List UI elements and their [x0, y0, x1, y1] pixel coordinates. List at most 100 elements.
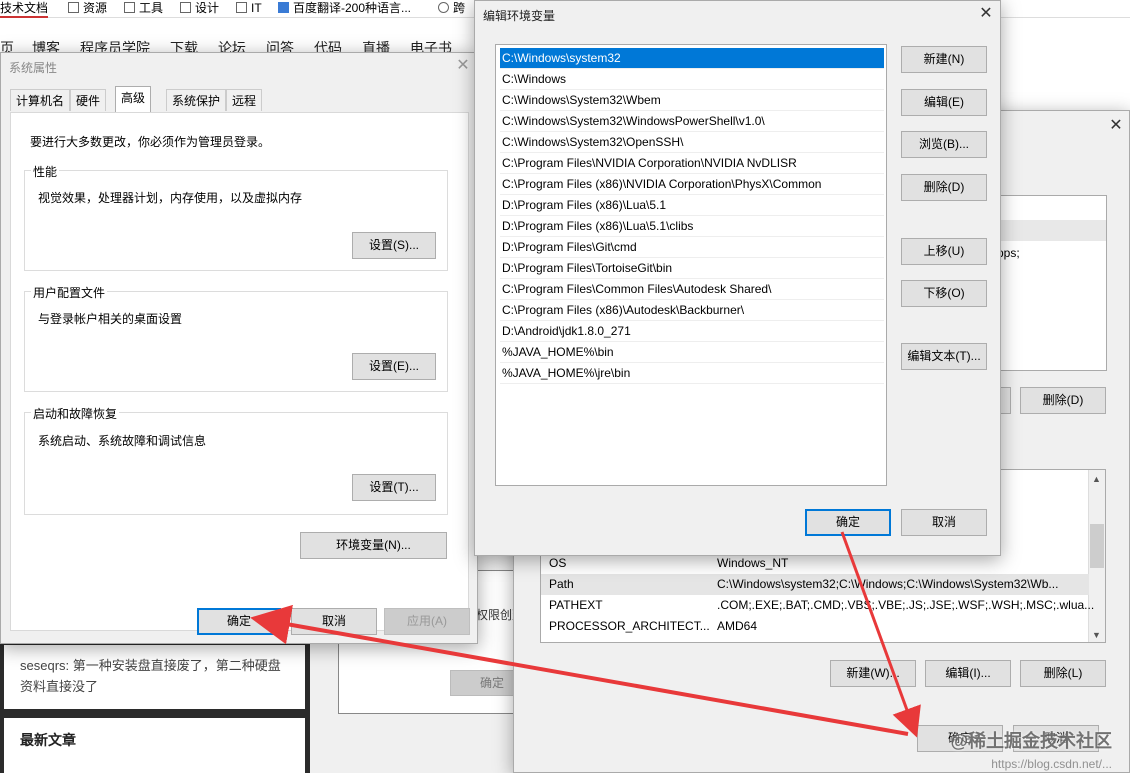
bookmark-label: 设计: [195, 1, 220, 15]
group-title: 启动和故障恢复: [31, 405, 120, 422]
dialog-title: 编辑环境变量: [483, 9, 556, 23]
group-title: 用户配置文件: [31, 284, 108, 301]
group-description: 与登录帐户相关的桌面设置: [38, 312, 183, 326]
path-list-item[interactable]: C:\Program Files\NVIDIA Corporation\NVID…: [500, 153, 884, 174]
performance-settings-button[interactable]: 设置(S)...: [352, 232, 436, 259]
cancel-button[interactable]: 取消: [291, 608, 377, 635]
variable-value: .COM;.EXE;.BAT;.CMD;.VBS;.VBE;.JS;.JSE;.…: [717, 598, 1095, 612]
scroll-up-icon[interactable]: ▲: [1092, 474, 1101, 484]
watermark: @稀土掘金技术社区: [950, 731, 1112, 751]
startup-settings-button[interactable]: 设置(T)...: [352, 474, 436, 501]
path-list-item[interactable]: D:\Android\jdk1.8.0_271: [500, 321, 884, 342]
system-edit-button[interactable]: 编辑(I)...: [925, 660, 1011, 687]
table-row[interactable]: PROCESSOR_ARCHITECT... AMD64: [541, 616, 1089, 637]
bookmark-label: 资源: [83, 1, 108, 15]
group-description: 视觉效果，处理器计划，内存使用，以及虚拟内存: [38, 191, 303, 205]
path-list-item[interactable]: C:\Program Files (x86)\Autodesk\Backburn…: [500, 300, 884, 321]
path-list-item[interactable]: C:\Windows\System32\WindowsPowerShell\v1…: [500, 111, 884, 132]
move-down-button[interactable]: 下移(O): [901, 280, 987, 307]
path-list-item[interactable]: D:\Program Files (x86)\Lua\5.1\clibs: [500, 216, 884, 237]
path-list-item[interactable]: C:\Windows\System32\OpenSSH\: [500, 132, 884, 153]
variable-name: PROCESSOR_ARCHITECT...: [549, 619, 710, 633]
environment-variables-button[interactable]: 环境变量(N)...: [300, 532, 447, 559]
user-delete-button[interactable]: 删除(D): [1020, 387, 1106, 414]
variable-name: PATHEXT: [549, 598, 603, 612]
path-list-item[interactable]: D:\Program Files (x86)\Lua\5.1: [500, 195, 884, 216]
path-list-item[interactable]: D:\Program Files\Git\cmd: [500, 237, 884, 258]
admin-notice: 要进行大多数更改，你必须作为管理员登录。: [30, 135, 271, 149]
move-up-button[interactable]: 上移(U): [901, 238, 987, 265]
group-title: 性能: [31, 163, 60, 180]
tab-advanced[interactable]: 高级: [115, 86, 152, 112]
bookmark-more[interactable]: 跨: [438, 0, 465, 18]
variable-name: Path: [549, 577, 574, 591]
ok-button[interactable]: 确定: [197, 608, 281, 635]
edit-ok-button[interactable]: 确定: [805, 509, 891, 536]
path-list-item[interactable]: C:\Windows: [500, 69, 884, 90]
user-profiles-group: 用户配置文件 与登录帐户相关的桌面设置 设置(E)...: [24, 284, 448, 392]
profiles-settings-button[interactable]: 设置(E)...: [352, 353, 436, 380]
variable-value: Windows_NT: [717, 556, 789, 570]
performance-group: 性能 视觉效果，处理器计划，内存使用，以及虚拟内存 设置(S)...: [24, 163, 448, 271]
folder-icon: [68, 2, 79, 13]
path-list-item[interactable]: %JAVA_HOME%\jre\bin: [500, 363, 884, 384]
globe-icon: [438, 2, 449, 13]
path-list-item[interactable]: %JAVA_HOME%\bin: [500, 342, 884, 363]
table-row[interactable]: Path C:\Windows\system32;C:\Windows;C:\Wi…: [541, 574, 1089, 595]
comment-text: seseqrs: 第一种安装盘直接废了，第二种硬盘资料直接没了: [20, 658, 281, 694]
folder-icon: [124, 2, 135, 13]
new-button[interactable]: 新建(N): [901, 46, 987, 73]
advanced-tab-panel: 要进行大多数更改，你必须作为管理员登录。 性能 视觉效果，处理器计划，内存使用，…: [10, 112, 469, 631]
edit-text-button[interactable]: 编辑文本(T)...: [901, 343, 987, 370]
path-list-item[interactable]: D:\Program Files\TortoiseGit\bin: [500, 258, 884, 279]
bookmark-baidu-translate[interactable]: 百度翻译-200种语言...: [278, 0, 411, 18]
close-icon[interactable]: ✕: [971, 3, 1001, 27]
bookmark-it[interactable]: IT: [236, 0, 262, 18]
translate-icon: [278, 2, 289, 13]
table-row[interactable]: OS Windows_NT: [541, 553, 1089, 574]
page-background: [995, 56, 1130, 116]
system-delete-button[interactable]: 删除(L): [1020, 660, 1106, 687]
edit-cancel-button[interactable]: 取消: [901, 509, 987, 536]
startup-recovery-group: 启动和故障恢复 系统启动、系统故障和调试信息 设置(T)...: [24, 405, 448, 515]
variable-name: OS: [549, 556, 567, 570]
path-list[interactable]: C:\Windows\system32 C:\Windows C:\Windows\…: [495, 44, 887, 486]
table-row[interactable]: PATHEXT .COM;.EXE;.BAT;.CMD;.VBS;.VBE;.JS…: [541, 595, 1094, 616]
system-properties-dialog: 系统属性 ✕ 计算机名 硬件 高级 系统保护 远程 要进行大多数更改，你必须作为…: [0, 52, 478, 644]
scrollbar[interactable]: ▲ ▼: [1088, 470, 1105, 642]
bookmark-design[interactable]: 设计: [180, 0, 219, 18]
edit-button[interactable]: 编辑(E): [901, 89, 987, 116]
tab-hardware[interactable]: 硬件: [70, 89, 107, 111]
tab-computer-name[interactable]: 计算机名: [10, 89, 71, 111]
path-list-item[interactable]: C:\Program Files (x86)\NVIDIA Corporatio…: [500, 174, 884, 195]
edit-environment-variable-dialog: 编辑环境变量 ✕ C:\Windows\system32 C:\Windows C:…: [474, 0, 1001, 556]
variable-value: C:\Windows\system32;C:\Windows;C:\Window…: [717, 577, 1059, 591]
delete-button[interactable]: 删除(D): [901, 174, 987, 201]
latest-articles-heading: 最新文章: [4, 718, 305, 773]
browse-button[interactable]: 浏览(B)...: [901, 131, 987, 158]
button-label: 设置(S)...: [369, 238, 419, 252]
apply-button[interactable]: 应用(A): [384, 608, 470, 635]
folder-icon: [180, 2, 191, 13]
path-list-item[interactable]: C:\Windows\system32: [500, 48, 884, 69]
watermark-url: https://blog.csdn.net/...: [991, 757, 1112, 771]
bookmark-tech-docs[interactable]: 技术文档: [0, 0, 49, 18]
path-list-item[interactable]: C:\Windows\System32\Wbem: [500, 90, 884, 111]
scroll-down-icon[interactable]: ▼: [1092, 630, 1101, 640]
button-label: 设置(E)...: [369, 359, 419, 373]
bookmark-resources[interactable]: 资源: [68, 0, 107, 18]
system-new-button[interactable]: 新建(W)...: [830, 660, 916, 687]
tab-system-protection[interactable]: 系统保护: [166, 89, 227, 111]
folder-icon: [236, 2, 247, 13]
bookmark-tools[interactable]: 工具: [124, 0, 163, 18]
dialog-title: 系统属性: [9, 61, 58, 75]
bookmark-label: 技术文档: [0, 1, 49, 15]
tab-remote[interactable]: 远程: [226, 89, 263, 111]
group-description: 系统启动、系统故障和调试信息: [38, 434, 207, 448]
bookmark-label: 百度翻译-200种语言...: [293, 1, 412, 15]
bookmark-label: 跨: [453, 1, 466, 15]
scroll-thumb[interactable]: [1090, 524, 1104, 568]
path-list-item[interactable]: C:\Program Files\Common Files\Autodesk S…: [500, 279, 884, 300]
close-icon[interactable]: ✕: [1101, 115, 1130, 139]
variable-value: AMD64: [717, 619, 758, 633]
